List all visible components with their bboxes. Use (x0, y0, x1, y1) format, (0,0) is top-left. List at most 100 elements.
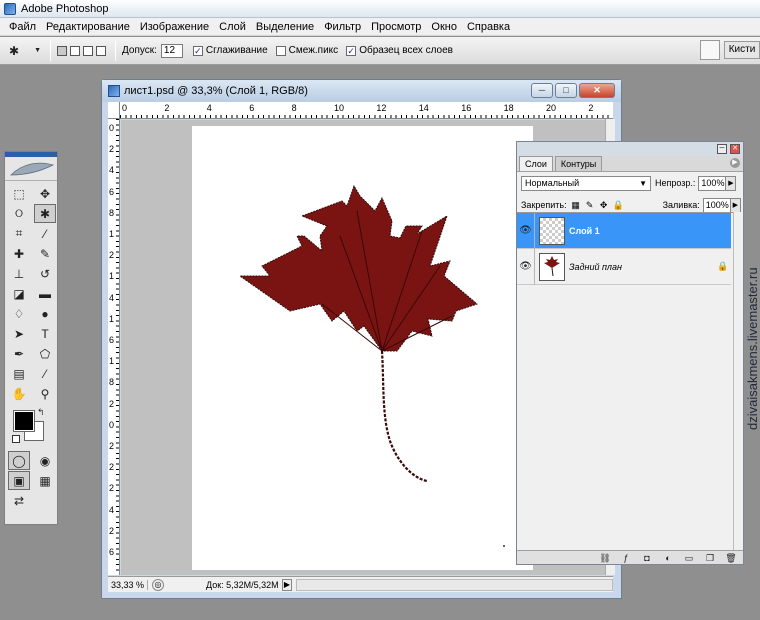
layer-row[interactable]: 👁 Задний план 🔒 (517, 248, 731, 285)
link-layers-icon[interactable]: ⛓ (599, 553, 611, 563)
type-tool-icon[interactable]: T (34, 324, 56, 343)
menu-filter[interactable]: Фильтр (319, 21, 366, 33)
jump-to-imageready-icon[interactable]: ⇄ (8, 491, 30, 510)
add-selection-button[interactable] (70, 45, 80, 56)
image-canvas[interactable] (192, 126, 533, 570)
visibility-eye-icon[interactable]: 👁 (517, 212, 535, 249)
menu-image[interactable]: Изображение (135, 21, 214, 33)
layer-name[interactable]: Слой 1 (569, 226, 731, 236)
standard-mode-icon[interactable]: ◯ (8, 451, 30, 470)
status-menu-arrow-icon[interactable]: ▶ (282, 578, 292, 591)
panel-menu-icon[interactable]: ▶ (730, 158, 740, 168)
adjustment-layer-icon[interactable]: ◐ (662, 553, 674, 563)
lock-all-icon[interactable]: 🔒 (613, 200, 624, 210)
notes-tool-icon[interactable]: ▤ (8, 364, 30, 383)
panel-minimize-button[interactable]: ─ (717, 144, 727, 154)
slice-tool-icon[interactable]: ⁄ (34, 224, 56, 243)
swap-colors-icon[interactable]: ↰ (37, 407, 45, 418)
eraser-tool-icon[interactable]: ◪ (8, 284, 30, 303)
menu-file[interactable]: Файл (4, 21, 41, 33)
tool-preset-picker[interactable]: ✱ ▼ (6, 41, 44, 61)
brush-tool-icon[interactable]: ✎ (34, 244, 56, 263)
blur-tool-icon[interactable]: ♢ (8, 304, 30, 323)
new-group-icon[interactable]: ▭ (683, 553, 695, 563)
gradient-tool-icon[interactable]: ▬ (34, 284, 56, 303)
horizontal-ruler[interactable]: 0 2 4 6 8 10 12 14 16 18 20 2 (120, 102, 613, 119)
file-browser-icon[interactable] (700, 40, 720, 60)
default-colors-icon[interactable] (12, 435, 20, 443)
menu-select[interactable]: Выделение (251, 21, 319, 33)
zoom-menu-icon[interactable]: ◎ (152, 578, 164, 591)
zoom-level[interactable]: 33,33 % (108, 579, 148, 590)
zoom-tool-icon[interactable]: ⚲ (34, 384, 56, 403)
lock-transparency-icon[interactable]: ▦ (571, 200, 581, 210)
horizontal-scrollbar[interactable] (296, 578, 613, 591)
chevron-down-icon: ▼ (34, 47, 41, 54)
ruler-origin[interactable] (108, 102, 120, 119)
menu-window[interactable]: Окно (426, 21, 462, 33)
trash-icon[interactable]: 🗑 (725, 553, 737, 563)
lock-position-icon[interactable]: ✥ (599, 200, 609, 210)
layer-mask-icon[interactable]: ◘ (641, 553, 653, 563)
layer-name[interactable]: Задний план (569, 262, 717, 272)
menu-help[interactable]: Справка (462, 21, 515, 33)
marquee-tool-icon[interactable]: ⬚ (8, 184, 30, 203)
intersect-selection-button[interactable] (96, 45, 106, 56)
fill-arrow-icon[interactable]: ▶ (730, 197, 741, 213)
layer-row[interactable]: 👁 Слой 1 (517, 212, 731, 249)
vertical-ruler[interactable]: 0 2 4 6 8 1 2 1 4 1 6 1 8 2 0 2 2 2 4 2 6 (108, 119, 120, 575)
hand-tool-icon[interactable]: ✋ (8, 384, 30, 403)
layer-style-icon[interactable]: ƒ (620, 553, 632, 563)
dodge-tool-icon[interactable]: ● (34, 304, 56, 323)
layers-scrollbar[interactable] (733, 212, 743, 552)
shape-tool-icon[interactable]: ⬠ (34, 344, 56, 363)
screen-mode-icon[interactable]: ▣ (8, 471, 30, 490)
blend-mode-select[interactable]: Нормальный ▼ (521, 175, 651, 191)
eyedropper-tool-icon[interactable]: ⁄ (34, 364, 56, 383)
clone-stamp-icon[interactable]: ⊥ (8, 264, 30, 283)
crop-tool-icon[interactable]: ⌗ (8, 224, 30, 243)
new-selection-button[interactable] (57, 45, 67, 56)
foreground-color-swatch[interactable] (13, 410, 35, 432)
pen-tool-icon[interactable]: ✒ (8, 344, 30, 363)
full-screen-mode-icon[interactable]: ▦ (34, 471, 56, 490)
path-select-icon[interactable]: ➤ (8, 324, 30, 343)
minimize-button[interactable]: ─ (531, 83, 553, 98)
feather-logo[interactable] (5, 157, 57, 181)
sample-all-checkbox[interactable]: ✓ Образец всех слоев (346, 45, 453, 56)
subtract-selection-button[interactable] (83, 45, 93, 56)
layer-thumbnail[interactable] (539, 252, 565, 281)
menu-view[interactable]: Просмотр (366, 21, 426, 33)
new-layer-icon[interactable]: ❐ (704, 553, 716, 563)
menu-layer[interactable]: Слой (214, 21, 251, 33)
panel-titlebar[interactable]: ─ ✕ (517, 142, 743, 156)
lasso-tool-icon[interactable]: ଠ (8, 204, 30, 223)
layer-thumbnail[interactable] (539, 216, 565, 245)
contiguous-check[interactable] (275, 45, 286, 56)
brushes-tab[interactable]: Кисти (724, 41, 760, 59)
maximize-button[interactable]: □ (555, 83, 577, 98)
quick-mask-icon[interactable]: ◉ (34, 451, 56, 470)
tolerance-input[interactable]: 12 (160, 43, 183, 58)
status-bar: 33,33 % ◎ Док: 5,32M/5,32M ▶ (108, 576, 613, 592)
contiguous-checkbox[interactable]: Смеж.пикс (275, 45, 338, 56)
visibility-eye-icon[interactable]: 👁 (517, 248, 535, 285)
chevron-down-icon: ▼ (639, 178, 647, 188)
tab-layers[interactable]: Слои (519, 156, 553, 171)
close-button[interactable]: ✕ (579, 83, 615, 98)
opacity-arrow-icon[interactable]: ▶ (726, 175, 737, 191)
move-tool-icon[interactable]: ✥ (34, 184, 56, 203)
healing-brush-icon[interactable]: ✚ (8, 244, 30, 263)
fill-input[interactable]: 100% (702, 197, 731, 213)
sample-all-check[interactable]: ✓ (346, 45, 357, 56)
antialias-check[interactable]: ✓ (192, 45, 203, 56)
antialias-checkbox[interactable]: ✓ Сглаживание (192, 45, 268, 56)
panel-close-button[interactable]: ✕ (730, 144, 740, 154)
lock-pixels-icon[interactable]: ✎ (585, 200, 595, 210)
document-titlebar[interactable]: лист1.psd @ 33,3% (Слой 1, RGB/8) ─ □ ✕ (102, 80, 621, 102)
menu-edit[interactable]: Редактирование (41, 21, 135, 33)
history-brush-icon[interactable]: ↺ (34, 264, 56, 283)
opacity-input[interactable]: 100% (698, 175, 727, 191)
tab-paths[interactable]: Контуры (554, 156, 603, 171)
magic-wand-tool-icon[interactable]: ✱ (34, 204, 56, 223)
